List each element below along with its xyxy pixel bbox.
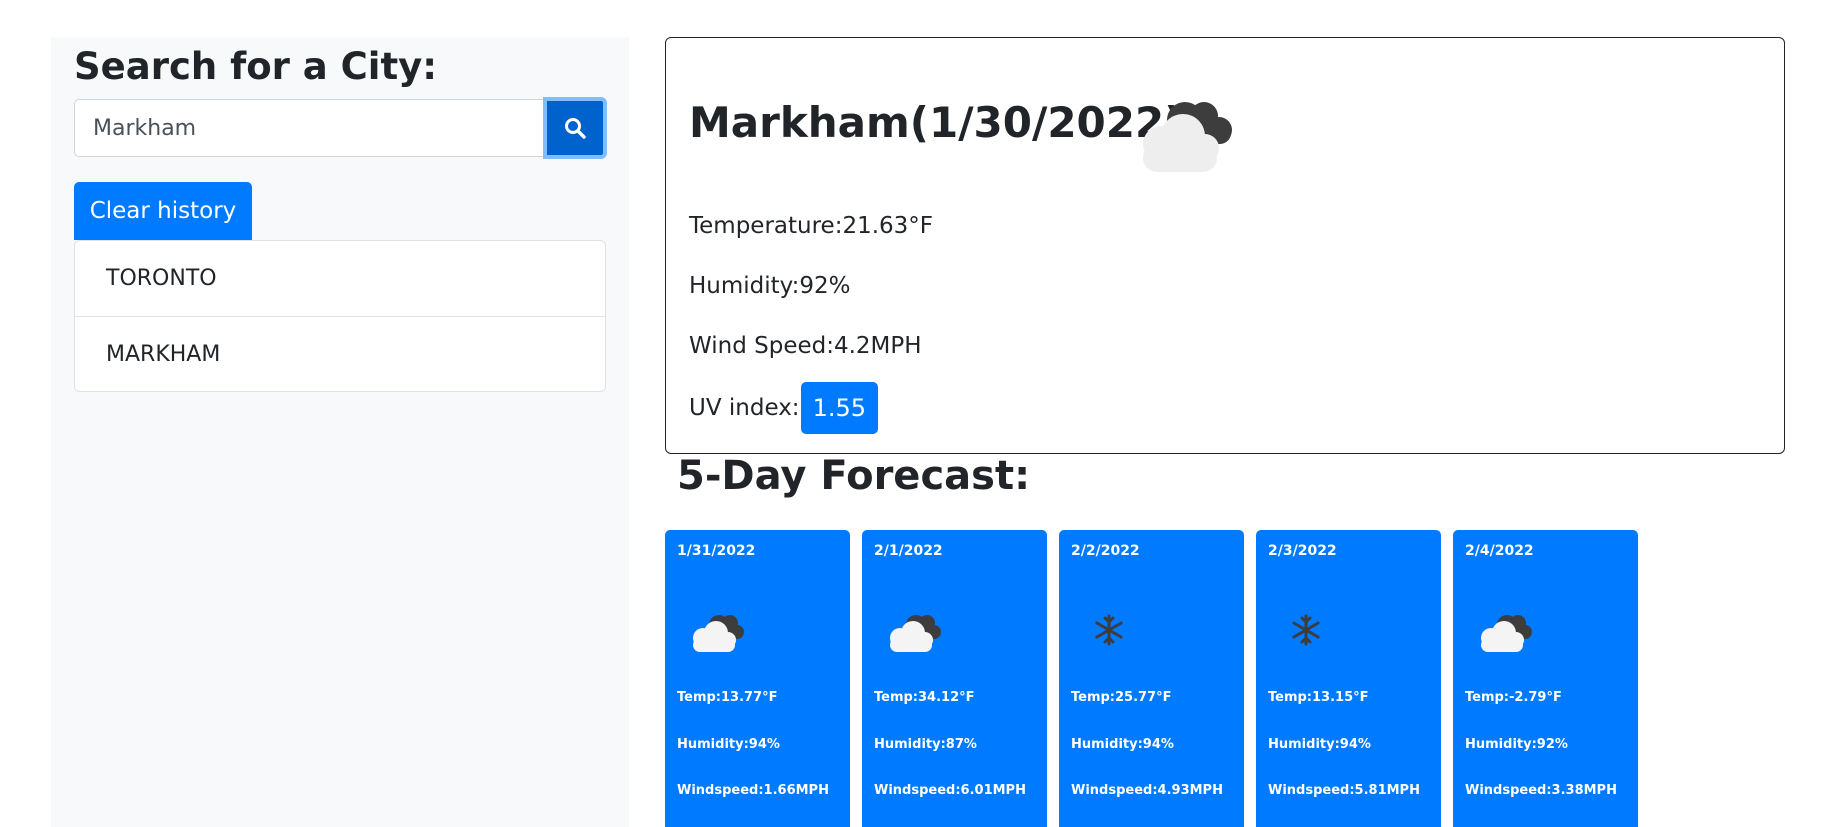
forecast-date: 2/1/2022 [874, 543, 943, 559]
temperature-row: Temperature:21.63°F [689, 213, 933, 239]
city-search-input[interactable] [74, 99, 544, 157]
history-item-toronto[interactable]: TORONTO [75, 241, 605, 316]
humidity-label: Humidity: [689, 273, 800, 299]
forecast-date: 1/31/2022 [677, 543, 756, 559]
forecast-windspeed: Windspeed:6.01MPH [874, 783, 1026, 798]
forecast-temp: Temp:25.77°F [1071, 690, 1172, 705]
forecast-humidity: Humidity:94% [1071, 737, 1174, 752]
snowflake-icon [1095, 614, 1123, 646]
search-sidebar: Search for a City: Clear history TORONTO… [51, 37, 629, 827]
forecast-windspeed: Windspeed:3.38MPH [1465, 783, 1617, 798]
cloud-icon [1481, 615, 1532, 652]
forecast-windspeed: Windspeed:1.66MPH [677, 783, 829, 798]
cloud-icon [1143, 102, 1232, 172]
forecast-card: 1/31/2022 Temp:13.77°F Humidity:94% Wind… [665, 530, 850, 827]
search-icon [565, 118, 586, 139]
forecast-humidity: Humidity:87% [874, 737, 977, 752]
forecast-temp: Temp:13.15°F [1268, 690, 1369, 705]
forecast-card: 2/1/2022 Temp:34.12°F Humidity:87% Winds… [862, 530, 1047, 827]
forecast-temp: Temp:34.12°F [874, 690, 975, 705]
humidity-row: Humidity:92% [689, 273, 851, 299]
search-button[interactable] [543, 97, 607, 159]
temperature-value: 21.63°F [842, 213, 934, 239]
forecast-date: 2/3/2022 [1268, 543, 1337, 559]
wind-row: Wind Speed:4.2MPH [689, 333, 922, 359]
wind-value: 4.2MPH [833, 333, 922, 359]
cloud-icon [890, 615, 941, 652]
clear-history-button[interactable]: Clear history [74, 182, 252, 240]
forecast-date: 2/4/2022 [1465, 543, 1534, 559]
forecast-temp: Temp:13.77°F [677, 690, 778, 705]
current-weather-card: Markham(1/30/2022) Temperature:21.63°F H… [665, 37, 1785, 454]
forecast-card: 2/2/2022 Temp:25.77°F Humidity:94% Winds… [1059, 530, 1244, 827]
temperature-label: Temperature: [689, 213, 843, 239]
search-title: Search for a City: [74, 45, 438, 88]
cloud-icon [693, 615, 744, 652]
humidity-value: 92% [799, 273, 851, 299]
forecast-humidity: Humidity:92% [1465, 737, 1568, 752]
forecast-title: 5-Day Forecast: [677, 453, 1031, 499]
forecast-date: 2/2/2022 [1071, 543, 1140, 559]
uv-label: UV index: [689, 395, 800, 421]
forecast-humidity: Humidity:94% [677, 737, 780, 752]
forecast-windspeed: Windspeed:5.81MPH [1268, 783, 1420, 798]
history-item-markham[interactable]: MARKHAM [75, 316, 605, 391]
search-history-list: TORONTO MARKHAM [74, 240, 606, 392]
forecast-card: 2/4/2022 Temp:-2.79°F Humidity:92% Winds… [1453, 530, 1638, 827]
forecast-windspeed: Windspeed:4.93MPH [1071, 783, 1223, 798]
wind-label: Wind Speed: [689, 333, 834, 359]
uv-index-badge: 1.55 [800, 382, 878, 434]
uv-row: UV index: 1.55 [689, 382, 878, 434]
forecast-temp: Temp:-2.79°F [1465, 690, 1562, 705]
forecast-card: 2/3/2022 Temp:13.15°F Humidity:94% Winds… [1256, 530, 1441, 827]
forecast-humidity: Humidity:94% [1268, 737, 1371, 752]
city-date-title: Markham(1/30/2022) [689, 98, 1184, 147]
snowflake-icon [1292, 614, 1320, 646]
